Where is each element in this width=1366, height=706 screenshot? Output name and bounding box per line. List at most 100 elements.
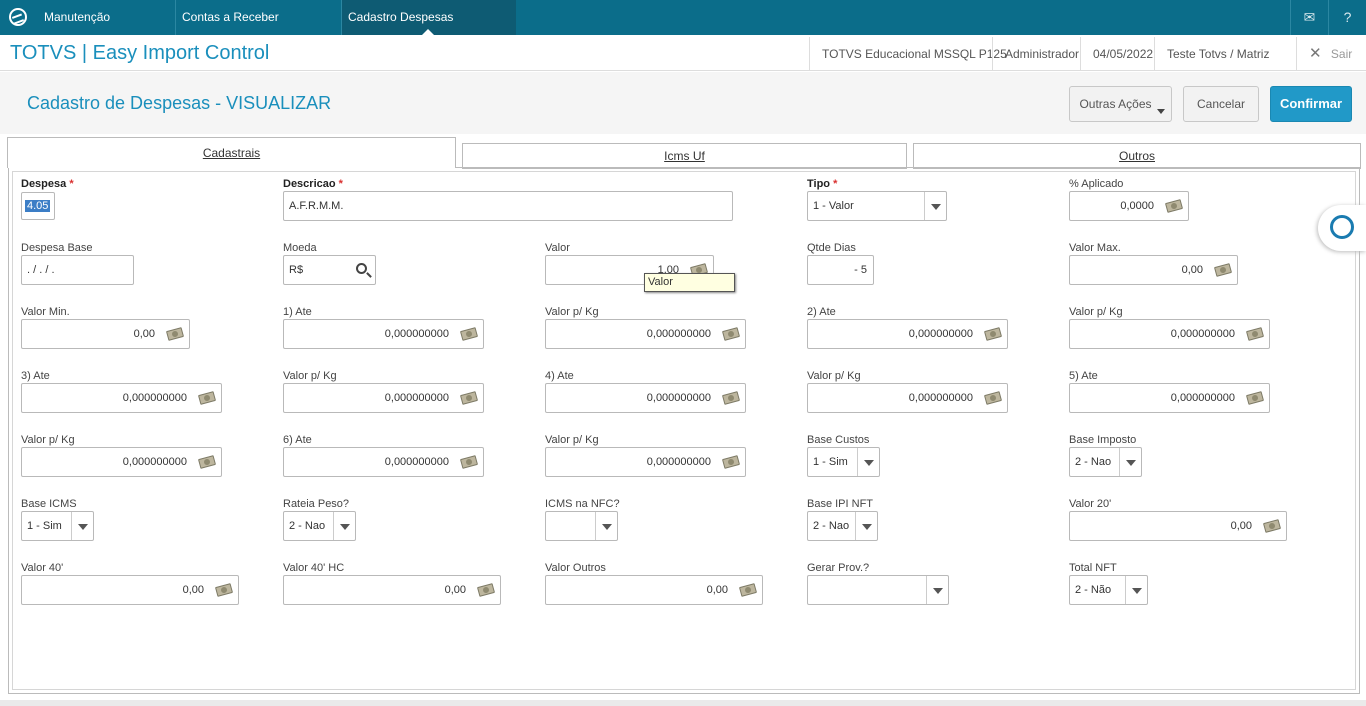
- money-icon[interactable]: [721, 327, 741, 341]
- qtde-dias-label: Qtde Dias: [807, 242, 856, 254]
- environment-label: TOTVS Educacional MSSQL P125: [809, 37, 1019, 71]
- tab-label: Outros: [1118, 149, 1155, 163]
- descricao-field[interactable]: A.F.R.M.M.: [283, 191, 733, 221]
- exit-button[interactable]: ✕ Sair: [1296, 37, 1366, 71]
- despesa-value: 4.05: [25, 200, 51, 212]
- chevron-down-icon[interactable]: [924, 192, 946, 220]
- vkg3-field[interactable]: 0,000000000: [283, 383, 484, 413]
- money-icon[interactable]: [197, 455, 217, 469]
- ate6-field[interactable]: 0,000000000: [283, 447, 484, 477]
- icms-nfc-label: ICMS na NFC?: [545, 498, 620, 510]
- chevron-down-icon[interactable]: [595, 512, 617, 540]
- mail-icon[interactable]: ✉: [1290, 0, 1328, 35]
- money-icon[interactable]: [738, 583, 758, 597]
- tab-label: Icms Uf: [664, 149, 705, 163]
- valor40hc-field[interactable]: 0,00: [283, 575, 501, 605]
- tab-label: Cadastrais: [202, 146, 261, 160]
- company-label: Teste Totvs / Matriz: [1154, 37, 1281, 71]
- chevron-down-icon[interactable]: [1119, 448, 1141, 476]
- money-icon[interactable]: [214, 583, 234, 597]
- chevron-down-icon[interactable]: [857, 448, 879, 476]
- valor-outros-field[interactable]: 0,00: [545, 575, 763, 605]
- chevron-down-icon[interactable]: [855, 512, 877, 540]
- total-nft-select[interactable]: 2 - Não: [1069, 575, 1148, 605]
- ate6-label: 6) Ate: [283, 434, 312, 446]
- valor20-field[interactable]: 0,00: [1069, 511, 1287, 541]
- other-actions-label: Outras Ações: [1079, 97, 1152, 111]
- tab-cadastro-despesas[interactable]: Cadastro Despesas [02.9.0017]×: [342, 0, 516, 59]
- icms-nfc-select[interactable]: [545, 511, 618, 541]
- base-icms-select[interactable]: 1 - Sim: [21, 511, 94, 541]
- money-icon[interactable]: [983, 391, 1003, 405]
- base-imposto-select[interactable]: 2 - Nao: [1069, 447, 1142, 477]
- money-icon[interactable]: [1164, 199, 1184, 213]
- vkg4-field[interactable]: 0,000000000: [807, 383, 1008, 413]
- qtde-dias-field[interactable]: - 5: [807, 255, 874, 285]
- vkg1-field[interactable]: 0,000000000: [545, 319, 746, 349]
- other-actions-button[interactable]: Outras Ações: [1069, 86, 1172, 122]
- money-icon[interactable]: [1213, 263, 1233, 277]
- chevron-down-icon[interactable]: [926, 576, 948, 604]
- user-label: Administrador: [992, 37, 1091, 71]
- gerar-prov-select[interactable]: [807, 575, 949, 605]
- page-title: Cadastro de Despesas - VISUALIZAR: [27, 93, 332, 113]
- rateia-peso-select[interactable]: 2 - Nao: [283, 511, 356, 541]
- top-bar: Manutenção [02.9.0029]× Contas a Receber…: [0, 0, 1366, 59]
- base-custos-select[interactable]: 1 - Sim: [807, 447, 880, 477]
- totvs-logo-icon[interactable]: [9, 8, 27, 26]
- rateia-peso-label: Rateia Peso?: [283, 498, 350, 510]
- money-icon[interactable]: [459, 327, 479, 341]
- money-icon[interactable]: [459, 391, 479, 405]
- tab-icms-uf[interactable]: Icms Uf: [462, 143, 907, 169]
- ate2-field[interactable]: 0,000000000: [807, 319, 1008, 349]
- vkg5-label: Valor p/ Kg: [21, 434, 75, 446]
- base-ipi-select[interactable]: 2 - Nao: [807, 511, 878, 541]
- chevron-down-icon[interactable]: [333, 512, 355, 540]
- valor-outros-label: Valor Outros: [545, 562, 606, 574]
- vkg5-field[interactable]: 0,000000000: [21, 447, 222, 477]
- money-icon[interactable]: [165, 327, 185, 341]
- money-icon[interactable]: [476, 583, 496, 597]
- tab-contas-receber[interactable]: Contas a Receber [02.9.0029]×: [176, 0, 342, 59]
- base-custos-label: Base Custos: [807, 434, 870, 446]
- money-icon[interactable]: [1245, 327, 1265, 341]
- ate3-field[interactable]: 0,000000000: [21, 383, 222, 413]
- money-icon[interactable]: [983, 327, 1003, 341]
- money-icon[interactable]: [1262, 519, 1282, 533]
- aplicado-field[interactable]: 0,0000: [1069, 191, 1189, 221]
- tab-outros[interactable]: Outros: [913, 143, 1361, 169]
- money-icon[interactable]: [197, 391, 217, 405]
- vkg6-field[interactable]: 0,000000000: [545, 447, 746, 477]
- chat-icon[interactable]: [1318, 205, 1366, 251]
- moeda-field[interactable]: R$: [283, 255, 376, 285]
- tab-cadastrais[interactable]: Cadastrais: [7, 137, 456, 168]
- valor40-field[interactable]: 0,00: [21, 575, 239, 605]
- money-icon[interactable]: [721, 455, 741, 469]
- valor-max-field[interactable]: 0,00: [1069, 255, 1238, 285]
- ate5-label: 5) Ate: [1069, 370, 1098, 382]
- cancel-button[interactable]: Cancelar: [1183, 86, 1259, 122]
- valor-min-field[interactable]: 0,00: [21, 319, 190, 349]
- help-icon[interactable]: ?: [1328, 0, 1366, 35]
- tipo-select[interactable]: 1 - Valor: [807, 191, 947, 221]
- despesa-base-field[interactable]: . / . / .: [21, 255, 134, 285]
- vkg2-field[interactable]: 0,000000000: [1069, 319, 1270, 349]
- money-icon[interactable]: [1245, 391, 1265, 405]
- ate1-field[interactable]: 0,000000000: [283, 319, 484, 349]
- search-icon[interactable]: [356, 263, 367, 274]
- aplicado-label: % Aplicado: [1069, 178, 1124, 190]
- vkg4-label: Valor p/ Kg: [807, 370, 861, 382]
- chevron-down-icon[interactable]: [1125, 576, 1147, 604]
- valor-max-label: Valor Max.: [1069, 242, 1121, 254]
- exit-label: Sair: [1330, 47, 1353, 61]
- valor-label: Valor: [545, 242, 570, 254]
- chevron-down-icon[interactable]: [71, 512, 93, 540]
- ate4-field[interactable]: 0,000000000: [545, 383, 746, 413]
- confirm-button[interactable]: Confirmar: [1270, 86, 1352, 122]
- despesa-field[interactable]: 4.05: [21, 192, 55, 220]
- ate5-field[interactable]: 0,000000000: [1069, 383, 1270, 413]
- valor40-label: Valor 40': [21, 562, 64, 574]
- money-icon[interactable]: [721, 391, 741, 405]
- tab-manutencao[interactable]: Manutenção [02.9.0029]×: [38, 0, 176, 59]
- money-icon[interactable]: [459, 455, 479, 469]
